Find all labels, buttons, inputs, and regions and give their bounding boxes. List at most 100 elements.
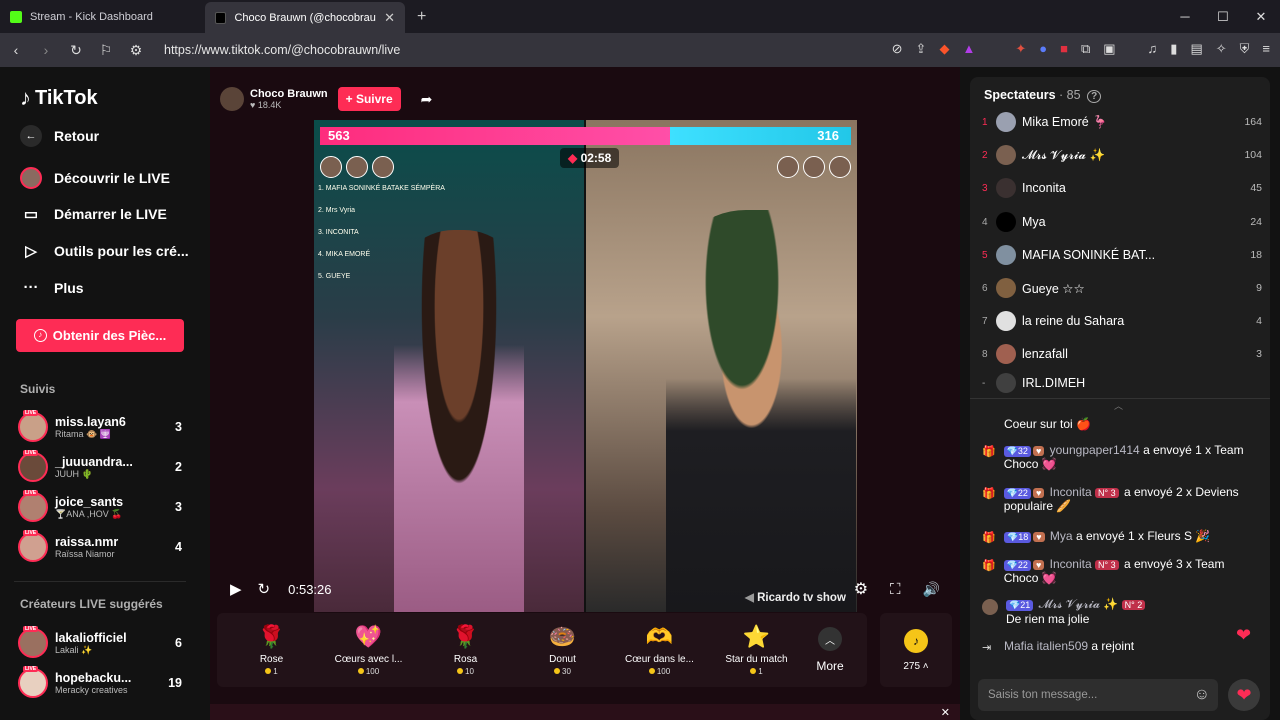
collapse-icon[interactable]: ︿	[1114, 399, 1123, 412]
viewer-row[interactable]: 6 Gueye ☆☆ 9	[982, 273, 1262, 303]
coin-balance[interactable]: ♪ 275 ˄	[880, 613, 952, 687]
gift-coeur-dans-le[interactable]: 🫶 Cœur dans le... 100	[611, 624, 708, 676]
gift-star-du-match[interactable]: ⭐ Star du match 1	[708, 624, 805, 676]
minimize-icon[interactable]: ─	[1166, 0, 1204, 33]
viewer-row[interactable]: 8 lenzafall 3	[982, 339, 1262, 369]
following-item[interactable]: LIVE _juuuandra... JUUH 🌵 2	[18, 450, 188, 484]
site-info-icon[interactable]: ⚙	[128, 42, 144, 59]
viewer-row[interactable]: 7 la reine du Sahara 4	[982, 306, 1262, 336]
avatar	[996, 278, 1016, 298]
following-item[interactable]: LIVE joice_sants 🍸ANA ,HOV 🍒 3	[18, 490, 188, 524]
following-item[interactable]: LIVE miss.layan6 Ritama 🐵 🕎 3	[18, 410, 188, 444]
chat-username[interactable]: Inconita	[1050, 557, 1092, 571]
tiktok-logo[interactable]: ♪ TikTok	[20, 85, 98, 111]
chat-body: a envoyé 1 x Fleurs S 🎉	[1075, 529, 1211, 543]
chat-username[interactable]: 𝓜𝓻𝓼 𝓥𝔂𝓻𝓲𝓪 ✨	[1039, 597, 1119, 611]
fullscreen-icon[interactable]: ⛶	[890, 581, 901, 598]
nav-retour[interactable]: ← Retour	[20, 125, 99, 147]
like-button[interactable]: ❤	[1228, 679, 1260, 711]
streamer-avatar[interactable]	[220, 87, 244, 111]
gifter-avatar[interactable]	[803, 156, 825, 178]
suggested-item[interactable]: LIVE lakaliofficiel Lakali ✨ 6	[18, 626, 188, 660]
share-icon[interactable]: ⇪	[916, 41, 927, 57]
menu-icon[interactable]: ≡	[1262, 41, 1270, 57]
gift-rose[interactable]: 🌹 Rose 1	[223, 624, 320, 676]
help-icon[interactable]: ?	[1087, 90, 1102, 103]
puzzle-icon[interactable]: ⧉	[1081, 41, 1090, 57]
url-field[interactable]: https://www.tiktok.com/@chocobrauwn/live	[164, 43, 400, 57]
gifter-avatar[interactable]	[777, 156, 799, 178]
chat-input[interactable]: Saisis ton message... ☺	[978, 679, 1218, 711]
maximize-icon[interactable]: ☐	[1204, 0, 1242, 33]
get-coins-button[interactable]: ♪ Obtenir des Pièc...	[16, 319, 184, 352]
gift-coeurs[interactable]: 💖 Cœurs avec l... 100	[320, 624, 417, 676]
reader-icon[interactable]: ▣	[1103, 41, 1115, 57]
viewer-row[interactable]: 1 Mika Emoré 🦩 164	[982, 107, 1262, 137]
viewer-score: 4	[1256, 315, 1262, 327]
viewer-row[interactable]: 5 MAFIA SONINKÉ BAT... 18	[982, 240, 1262, 270]
level-value: 21	[1020, 600, 1031, 610]
viewer-rank: 8	[982, 348, 988, 360]
nav-plus[interactable]: ··· Plus	[20, 279, 84, 296]
music-icon[interactable]: ♫	[1148, 41, 1158, 57]
viewer-row[interactable]: - IRL.DIMEH	[982, 368, 1262, 398]
extension-icon[interactable]: ●	[1039, 41, 1047, 57]
chat-username[interactable]: Mya	[1050, 529, 1073, 543]
wallet-icon[interactable]: ▤	[1190, 41, 1202, 57]
gift-donut[interactable]: 🍩 Donut 30	[514, 624, 611, 676]
gifter-avatar[interactable]	[320, 156, 342, 178]
viewer-row[interactable]: 4 Mya 24	[982, 207, 1262, 237]
back-icon[interactable]: ‹	[8, 42, 24, 58]
gift-rosa[interactable]: 🌹 Rosa 10	[417, 624, 514, 676]
viewer-score: 18	[1250, 249, 1262, 261]
nav-decouvrir-live[interactable]: Découvrir le LIVE	[20, 167, 170, 189]
nav-label: Retour	[54, 128, 100, 144]
chat-username[interactable]: youngpaper1414	[1050, 443, 1140, 457]
gifter-avatar[interactable]	[829, 156, 851, 178]
mini-rank-row: 5. GUEYE	[318, 273, 351, 280]
brave-shield-icon[interactable]: ◆	[939, 41, 949, 57]
share-icon[interactable]: ➦	[421, 91, 433, 108]
refresh-icon[interactable]: ↻	[258, 580, 271, 598]
viewer-name: la reine du Sahara	[1022, 314, 1125, 328]
translate-icon[interactable]: ⊘	[892, 41, 903, 57]
settings-icon[interactable]: ⚙	[854, 579, 868, 599]
level-badge: 💎32	[1003, 446, 1031, 457]
nav-outils-createurs[interactable]: ▷ Outils pour les cré...	[20, 242, 188, 260]
heart-hands-gift-icon: 🫶	[645, 624, 674, 649]
suggested-item[interactable]: LIVE hopebacku... Meracky creatives 19	[18, 666, 188, 700]
chat-username[interactable]: Inconita	[1050, 485, 1092, 499]
bookmark-icon[interactable]: ⚐	[98, 42, 114, 59]
more-gifts-button[interactable]: ︿ More	[805, 627, 855, 673]
mini-rank-row: 2. Mrs Vyria	[318, 207, 356, 214]
follow-name: raissa.nmr	[55, 535, 119, 549]
sidebar-toggle-icon[interactable]: ▮	[1170, 41, 1177, 57]
extension-icon[interactable]: ■	[1060, 41, 1068, 57]
extension-icon[interactable]: ✦	[1015, 41, 1026, 57]
gifter-avatar[interactable]	[346, 156, 368, 178]
viewer-row[interactable]: 3 Inconita 45	[982, 173, 1262, 203]
close-icon[interactable]: ✕	[941, 706, 950, 719]
volume-icon[interactable]: 🔊	[923, 581, 940, 598]
arrow-left-icon: ←	[20, 125, 42, 147]
brave-rewards-icon[interactable]: ▲	[962, 41, 975, 57]
tab-kick-dashboard[interactable]: Stream - Kick Dashboard	[0, 0, 205, 33]
follow-button[interactable]: + Suivre	[337, 87, 401, 111]
chat-username[interactable]: Mafia italien509	[1004, 639, 1088, 653]
streamer-name[interactable]: Choco Brauwn	[250, 88, 328, 100]
tab-tiktok-live[interactable]: Choco Brauwn (@chocobrauwn) ✕	[205, 2, 405, 33]
video-player[interactable]: 1. MAFIA SONINKÉ BATAKE SÉMPÈRA 2. Mrs V…	[314, 120, 857, 612]
emoji-icon[interactable]: ☺	[1194, 686, 1210, 704]
following-item[interactable]: LIVE raissa.nmr Raïssa Niamor 4	[18, 530, 188, 564]
forward-icon[interactable]: ›	[38, 42, 54, 58]
close-window-icon[interactable]: ✕	[1242, 0, 1280, 33]
viewer-row[interactable]: 2 𝓜𝓻𝓼 𝓥𝔂𝓻𝓲𝓪 ✨ 104	[982, 140, 1262, 170]
leo-ai-icon[interactable]: ✧	[1216, 41, 1227, 57]
play-icon[interactable]: ▶	[230, 580, 242, 598]
gifter-avatar[interactable]	[372, 156, 394, 178]
reload-icon[interactable]: ↻	[68, 42, 84, 59]
close-tab-icon[interactable]: ✕	[384, 10, 395, 26]
new-tab-button[interactable]: +	[417, 8, 426, 26]
nav-demarrer-live[interactable]: ▭ Démarrer le LIVE	[20, 205, 167, 223]
vpn-icon[interactable]: ⛨	[1240, 41, 1250, 57]
